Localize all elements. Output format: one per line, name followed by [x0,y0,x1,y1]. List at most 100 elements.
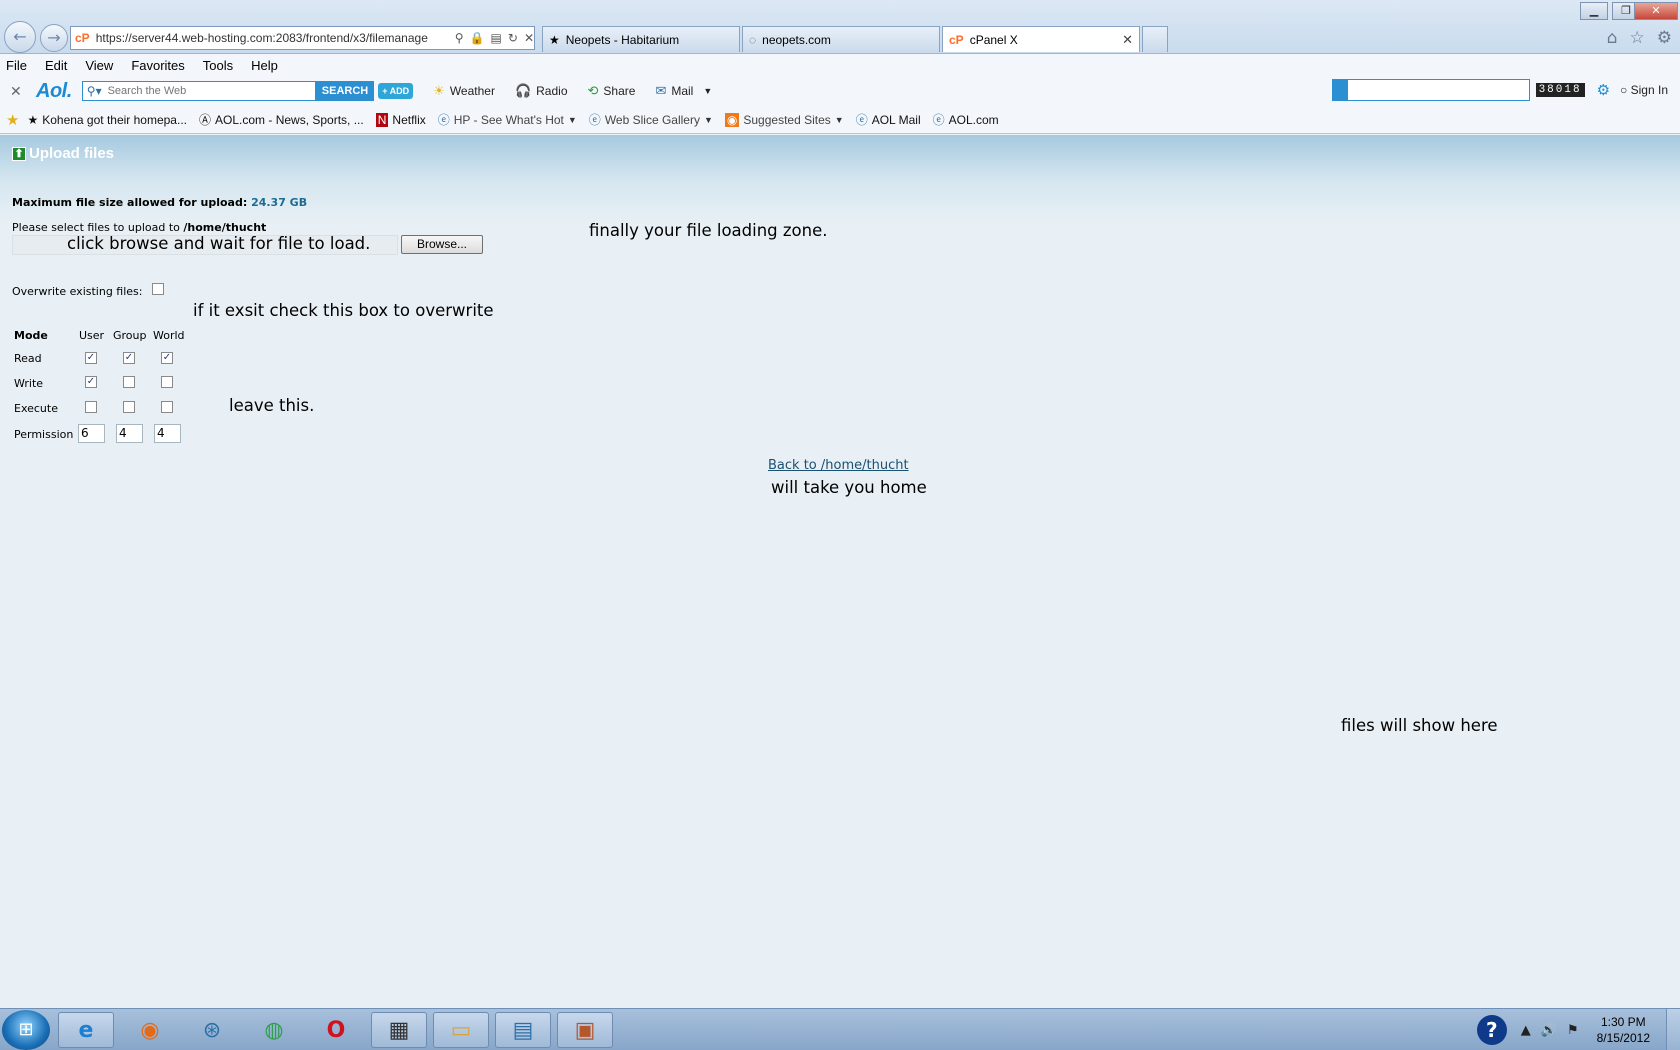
mail-button[interactable]: ✉ Mail ▼ [655,83,712,99]
explorer-taskbar-icon[interactable]: ▭ [433,1012,489,1048]
address-bar[interactable]: cP https://server44.web-hosting.com:2083… [70,26,535,50]
overwrite-checkbox[interactable] [152,283,164,295]
ie-page-icon: ⓔ [437,113,450,127]
back-button[interactable]: ← [4,21,36,53]
safari-taskbar-icon[interactable]: ⊛ [184,1012,240,1048]
permission-label: Permission [14,428,74,441]
execute-user-checkbox[interactable] [85,401,97,413]
weather-label: Weather [449,84,495,98]
refresh-icon[interactable]: ↻ [508,31,518,45]
fav-kohena[interactable]: ★ Kohena got their homepa... [27,113,187,127]
gear-icon[interactable]: ⚙ [1597,81,1610,99]
execute-group-checkbox[interactable] [123,401,135,413]
aol-add-button[interactable]: + ADD [378,83,414,99]
read-world-checkbox[interactable]: ✓ [161,352,173,364]
chevron-down-icon[interactable]: ▼ [704,115,713,125]
show-desktop-button[interactable] [1666,1009,1680,1050]
execute-world-checkbox[interactable] [161,401,173,413]
fav-label: Web Slice Gallery [604,112,700,127]
read-user-checkbox[interactable]: ✓ [85,352,97,364]
fav-netflix[interactable]: N Netflix [375,112,426,127]
close-toolbar-icon[interactable]: ✕ [10,83,26,100]
write-world-checkbox[interactable] [161,376,173,388]
menu-edit[interactable]: Edit [45,58,67,73]
chevron-down-icon[interactable]: ▼ [835,115,844,125]
favorites-star-icon[interactable]: ☆ [1630,28,1645,48]
cpanel-favicon-icon: cP [949,32,964,47]
fav-label: Suggested Sites [743,112,831,127]
fav-label: HP - See What's Hot [453,112,564,127]
tab-neopets[interactable]: ◌ neopets.com [742,26,940,52]
menu-help[interactable]: Help [251,58,278,73]
menu-file[interactable]: File [6,58,27,73]
flag-icon[interactable]: ⚑ [1567,1023,1579,1038]
permission-user-input[interactable]: 6 [78,424,105,443]
favorites-icon[interactable]: ★ [6,111,19,129]
fav-suggested[interactable]: ◉ Suggested Sites ▼ [724,112,844,127]
menu-tools[interactable]: Tools [203,58,233,73]
new-tab-button[interactable] [1142,26,1168,52]
compat-icon[interactable]: ▤ [491,31,502,45]
stop-icon[interactable]: ✕ [524,31,534,45]
select-path: /home/thucht [183,221,267,234]
tab-neopets-habitarium[interactable]: ★ Neopets - Habitarium [542,26,740,52]
aol-search-box[interactable]: ⚲▾ [81,81,316,101]
menu-view[interactable]: View [85,58,113,73]
ie-taskbar-icon[interactable]: e [58,1012,114,1048]
close-tab-icon[interactable]: ✕ [1122,32,1133,48]
write-row-label: Write [14,377,44,390]
fav-aol-mail[interactable]: ⓔ AOL Mail [856,111,921,128]
sign-in-link[interactable]: ○ Sign In [1620,83,1668,97]
chevron-up-icon[interactable]: ▲ [1521,1023,1531,1038]
minimize-button[interactable]: ▁ [1580,2,1608,20]
radio-button[interactable]: 🎧 Radio [515,83,568,99]
forward-button[interactable]: → [40,24,68,52]
tab-cpanel[interactable]: cP cPanel X ✕ [942,26,1140,52]
back-to-home-link[interactable]: Back to /home/thucht [768,458,909,473]
weather-icon: ☀ [433,83,445,98]
read-row-label: Read [14,352,42,365]
chevron-down-icon[interactable]: ▼ [568,115,577,125]
home-icon[interactable]: ⌂ [1607,28,1618,48]
start-button[interactable]: ⊞ [2,1010,50,1050]
gear-icon[interactable]: ⚙ [1657,28,1672,48]
aol-search-input[interactable] [107,85,308,97]
weather-button[interactable]: ☀ Weather [433,83,495,99]
chevron-down-icon[interactable]: ▼ [703,86,712,96]
fav-web-slice[interactable]: ⓔ Web Slice Gallery ▼ [589,111,713,128]
fav-aol-news[interactable]: Ⓐ AOL.com - News, Sports, ... [199,111,364,128]
lock-icon[interactable]: 🔒 [470,31,485,45]
write-group-checkbox[interactable] [123,376,135,388]
help-icon[interactable]: ? [1476,1015,1507,1045]
share-button[interactable]: ⟲ Share [588,83,636,99]
search-icon[interactable]: ⚲ [455,31,464,45]
volume-icon[interactable]: 🔊 [1541,1023,1557,1038]
annotation-files: files will show here [1341,716,1498,735]
mail-label: Mail [671,84,694,98]
photo-taskbar-icon[interactable]: ▣ [557,1012,613,1048]
fav-label: AOL.com [948,112,999,127]
media-taskbar-icon[interactable]: ▦ [371,1012,427,1048]
upload-icon: ⬆ [12,146,26,161]
star-icon: ★ [549,32,560,47]
read-group-checkbox[interactable]: ✓ [123,352,135,364]
aol-search-button[interactable]: SEARCH [315,81,375,101]
chrome-taskbar-icon[interactable]: ◍ [246,1012,302,1048]
firefox-taskbar-icon[interactable]: ◉ [122,1012,178,1048]
opera-taskbar-icon[interactable]: O [308,1012,364,1048]
word-taskbar-icon[interactable]: ▤ [495,1012,551,1048]
aol-logo[interactable]: Aol. [36,80,72,103]
fav-aol-com[interactable]: ⓔ AOL.com [933,111,999,128]
menu-favorites[interactable]: Favorites [131,58,184,73]
clock[interactable]: 1:30 PM 8/15/2012 [1597,1014,1650,1046]
aol-secondary-input[interactable] [1331,79,1530,101]
permission-world-input[interactable]: 4 [154,424,181,443]
permission-group-input[interactable]: 4 [116,424,143,443]
address-url[interactable]: https://server44.web-hosting.com:2083/fr… [96,31,451,45]
close-window-button[interactable]: ✕ [1634,2,1678,20]
fav-hp[interactable]: ⓔ HP - See What's Hot ▼ [438,111,577,128]
browse-button[interactable]: Browse... [401,235,483,254]
write-user-checkbox[interactable]: ✓ [85,376,97,388]
search-icon: ⚲▾ [86,84,102,98]
mode-header: Mode [14,329,48,342]
